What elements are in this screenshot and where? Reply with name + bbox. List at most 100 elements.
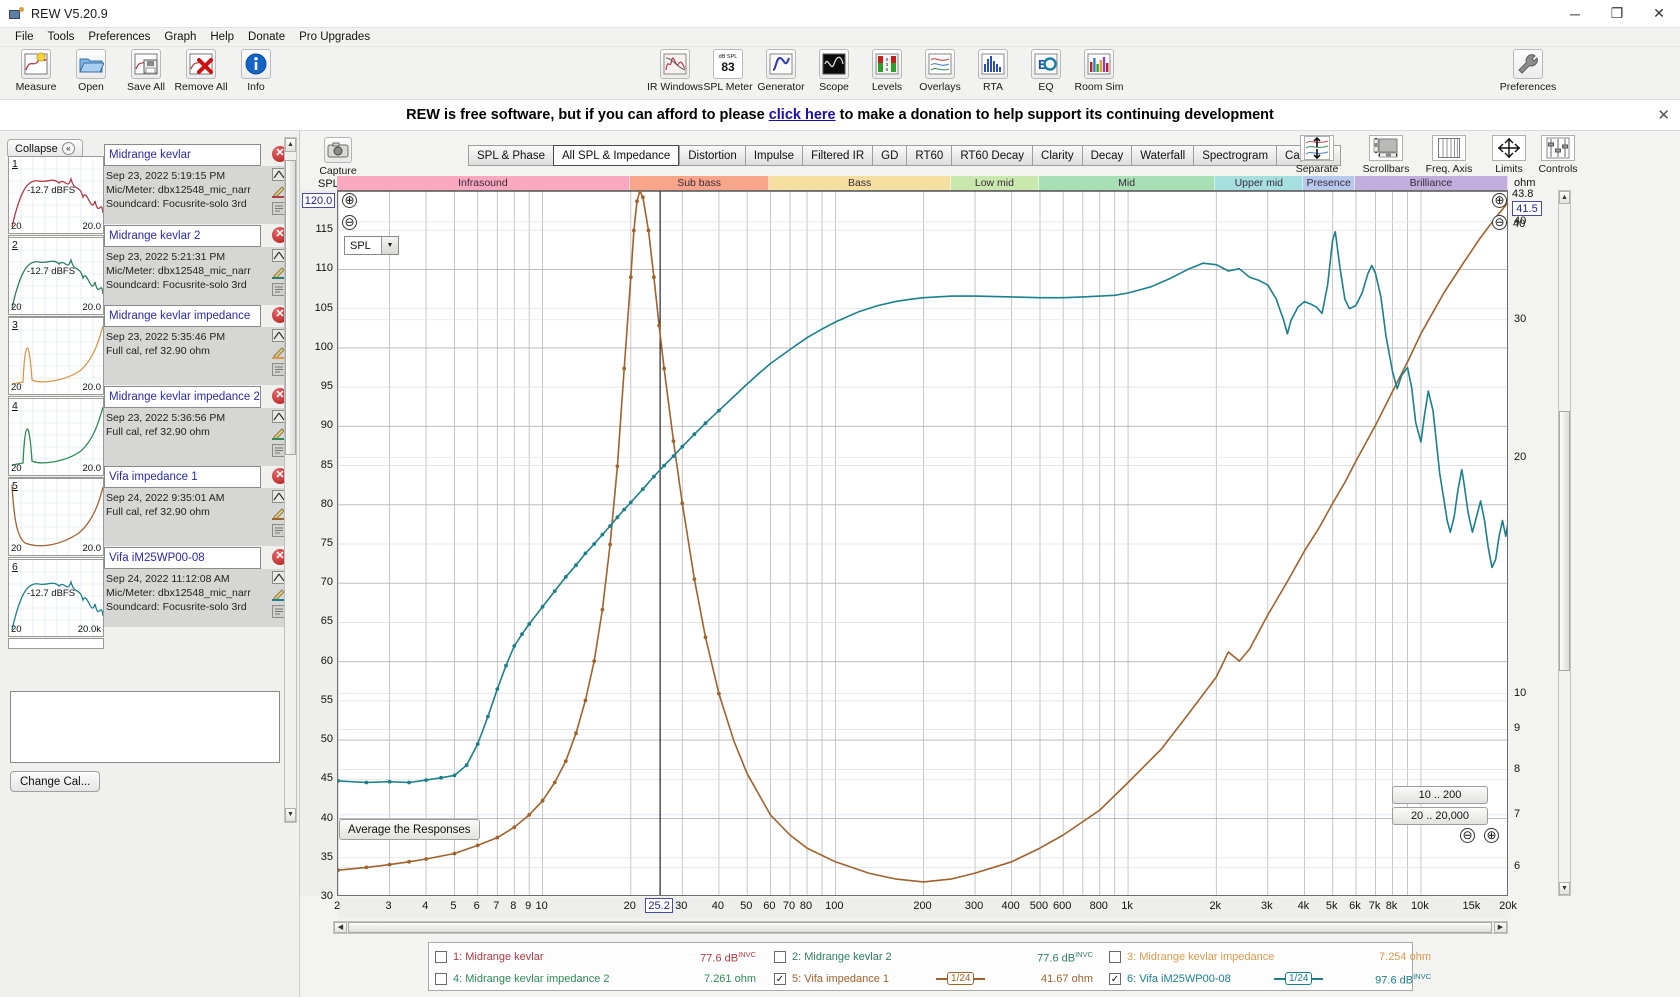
preferences-button[interactable]: Preferences	[1495, 49, 1561, 93]
y-zoom-in-button[interactable]: ⊕	[342, 193, 357, 208]
x-zoom-out-button[interactable]: ⊖	[1460, 828, 1475, 843]
tab-waterfall[interactable]: Waterfall	[1131, 145, 1194, 166]
ohm-zoom-in-button[interactable]: ⊕	[1492, 193, 1507, 208]
legend-entry-6[interactable]: ✓ 6: Vifa iM25WP00-08	[1109, 968, 1231, 990]
tab-filtered-ir[interactable]: Filtered IR	[802, 145, 873, 166]
close-button[interactable]: ✕	[1638, 0, 1680, 28]
room-sim-button[interactable]: Room Sim	[1066, 49, 1132, 93]
menu-item-pro-upgrades[interactable]: Pro Upgrades	[292, 30, 377, 44]
freq-axis-button[interactable]: Freq. Axis	[1418, 135, 1480, 175]
tab-spl-phase[interactable]: SPL & Phase	[468, 145, 553, 166]
tab-clarity[interactable]: Clarity	[1032, 145, 1082, 166]
legend-entry-1[interactable]: 1: Midrange kevlar	[435, 946, 544, 968]
menu-item-preferences[interactable]: Preferences	[81, 30, 157, 44]
vscroll-up-arrow[interactable]: ▲	[1559, 191, 1570, 204]
legend-value-sup-2: INVC	[1075, 949, 1093, 959]
banner-text-after: to make a donation to help support its c…	[835, 107, 1274, 123]
average-responses-button[interactable]: Average the Responses	[339, 819, 480, 840]
measurement-thumbnail[interactable]: 5 20 20.0	[8, 478, 104, 556]
graph-tab-strip: SPL & Phase All SPL & Impedance Distortion…	[468, 145, 1342, 166]
x-tick-6: 6	[473, 900, 480, 912]
sidebar-scrollbar[interactable]: ▲ ▼	[284, 137, 297, 823]
info-button[interactable]: Info	[223, 49, 289, 93]
legend-checkbox-1[interactable]	[435, 951, 447, 963]
range-button-20-20000[interactable]: 20 .. 20,000	[1392, 807, 1488, 825]
menu-item-donate[interactable]: Donate	[241, 30, 292, 44]
notes-box[interactable]	[10, 691, 280, 763]
scroll-up-arrow[interactable]: ▲	[285, 138, 296, 152]
measurement-name-field[interactable]: Vifa impedance 1	[104, 466, 261, 488]
scroll-right-arrow[interactable]: ▶	[1494, 922, 1507, 933]
separate-button[interactable]: Separate	[1286, 135, 1348, 175]
y-zoom-out-button[interactable]: ⊖	[342, 215, 357, 230]
tab-distortion[interactable]: Distortion	[679, 145, 745, 166]
controls-button[interactable]: Controls	[1527, 135, 1589, 175]
ohm-tick-20: 20	[1514, 450, 1527, 463]
legend-entry-4[interactable]: 4: Midrange kevlar impedance 2	[435, 968, 610, 990]
measurement-name-field[interactable]: Midrange kevlar 2	[104, 224, 261, 247]
measurement-thumbnail[interactable]: 4 20 20.0	[8, 397, 104, 476]
y-right-value-field[interactable]: 41.5	[1512, 201, 1542, 216]
chevron-down-icon[interactable]: ▼	[381, 237, 398, 254]
capture-button[interactable]: Capture	[310, 137, 366, 177]
scroll-left-arrow[interactable]: ◀	[334, 922, 347, 933]
menu-item-tools[interactable]: Tools	[41, 30, 82, 44]
tab-spectrogram[interactable]: Spectrogram	[1193, 145, 1277, 166]
y-top-value-field[interactable]: 120.0	[302, 193, 335, 208]
legend-checkbox-2[interactable]	[774, 951, 786, 963]
x-zoom-in-button[interactable]: ⊕	[1484, 828, 1499, 843]
tab-gd[interactable]: GD	[872, 145, 907, 166]
change-cal-button[interactable]: Change Cal...	[10, 771, 101, 792]
measurement-line2: Full cal, ref 32.90 ohm	[106, 425, 210, 438]
maximize-button[interactable]: ❐	[1596, 0, 1638, 28]
scrollbar-thumb[interactable]	[285, 160, 296, 455]
measurement-name-field[interactable]: Midrange kevlar	[104, 144, 261, 166]
legend-smoothing-5[interactable]: 1/24	[936, 972, 986, 985]
menu-item-graph[interactable]: Graph	[157, 30, 203, 44]
measurement-name-field[interactable]: Midrange kevlar impedance	[104, 305, 261, 327]
measurement-thumbnail[interactable]: 1 -12.7 dBFS 20 20.0	[8, 156, 104, 234]
tab-rt60-decay[interactable]: RT60 Decay	[951, 145, 1033, 166]
thumbnail-range-slider[interactable]	[8, 637, 104, 649]
legend-checkbox-6[interactable]: ✓	[1109, 973, 1121, 985]
hscroll-thumb[interactable]	[348, 922, 1492, 933]
vscroll-down-arrow[interactable]: ▼	[1559, 882, 1570, 895]
tab-all-spl-impedance[interactable]: All SPL & Impedance	[552, 145, 680, 166]
measurement-thumbnail[interactable]: 6 -12.7 dBFS 20 20.0k	[8, 558, 104, 637]
cursor-frequency-field[interactable]: 25.2	[645, 898, 674, 913]
legend-entry-5[interactable]: ✓ 5: Vifa impedance 1	[774, 968, 889, 990]
range-button-10-200[interactable]: 10 .. 200	[1392, 786, 1488, 804]
measurement-date: Sep 24, 2022 11:12:08 AM	[106, 572, 230, 585]
scroll-down-arrow[interactable]: ▼	[285, 808, 296, 822]
vscroll-thumb[interactable]	[1559, 411, 1570, 671]
x-tick-60: 60	[763, 900, 776, 912]
measurement-name-field[interactable]: Vifa iM25WP00-08	[104, 546, 261, 569]
scrollbars-button[interactable]: Scrollbars	[1355, 135, 1417, 175]
spl-axis-select[interactable]: SPL ▼	[344, 236, 399, 255]
legend-value-1: 77.6 dBINVC	[684, 950, 756, 965]
legend-value-text-2: 77.6 dB	[1037, 952, 1076, 965]
horizontal-scrollbar[interactable]: ◀ ▶	[333, 921, 1508, 934]
measurement-thumbnail[interactable]: 3 20 20.0	[8, 317, 104, 395]
legend-checkbox-4[interactable]	[435, 973, 447, 985]
tab-rt60[interactable]: RT60	[906, 145, 952, 166]
legend-smoothing-6[interactable]: 1/24	[1274, 972, 1324, 985]
legend-label-2: 2: Midrange kevlar 2	[792, 951, 892, 963]
ohm-zoom-out-button[interactable]: ⊖	[1492, 215, 1507, 230]
menu-item-file[interactable]: File	[8, 30, 41, 44]
vertical-scrollbar-right[interactable]: ▲ ▼	[1558, 190, 1571, 896]
measurement-name-field[interactable]: Midrange kevlar impedance 2	[104, 385, 261, 408]
legend-checkbox-3[interactable]	[1109, 951, 1121, 963]
legend-entry-3[interactable]: 3: Midrange kevlar impedance	[1109, 946, 1274, 968]
banner-close-icon[interactable]: ✕	[1657, 106, 1670, 124]
y-tick-55: 55	[320, 693, 333, 706]
legend-entry-2[interactable]: 2: Midrange kevlar 2	[774, 946, 892, 968]
donate-link[interactable]: click here	[769, 107, 836, 123]
minimize-button[interactable]: ─	[1554, 0, 1596, 28]
menu-item-help[interactable]: Help	[203, 30, 241, 44]
tab-decay[interactable]: Decay	[1081, 145, 1132, 166]
legend-checkbox-5[interactable]: ✓	[774, 973, 786, 985]
measurement-thumbnail[interactable]: 2 -12.7 dBFS 20 20.0	[8, 236, 104, 315]
plot-area[interactable]	[337, 190, 1508, 896]
tab-impulse[interactable]: Impulse	[744, 145, 803, 166]
